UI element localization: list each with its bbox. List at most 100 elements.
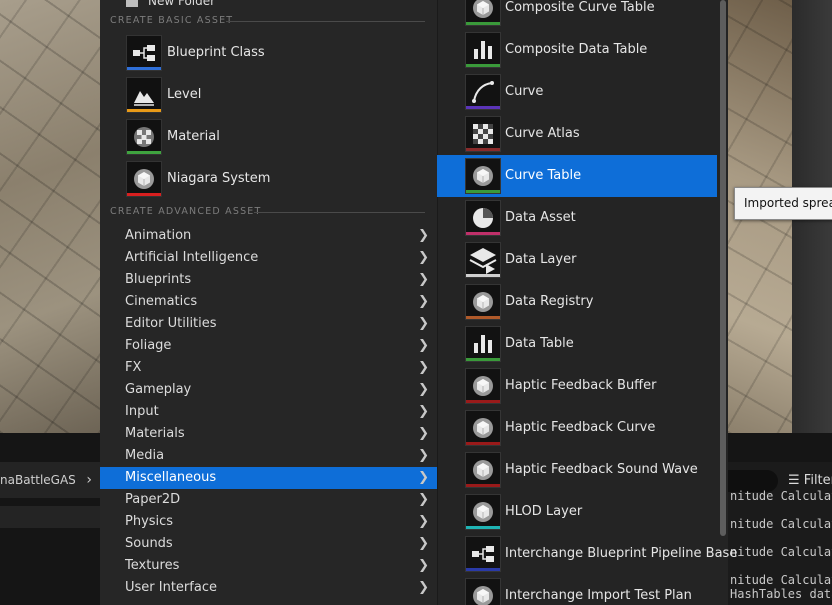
chevron-right-icon: ❯ [418,492,429,507]
bar-chart-icon [465,326,501,362]
chevron-right-icon: ❯ [418,404,429,419]
asset-type-color-bar [466,106,500,109]
material-icon [126,119,162,155]
category-label: Textures [125,558,180,573]
category-label: Foliage [125,338,172,353]
submenu-item-haptic-feedback-buffer[interactable]: Haptic Feedback Buffer [437,365,717,407]
submenu-item-data-layer[interactable]: Data Layer [437,239,717,281]
category-physics[interactable]: Physics ❯ [100,511,437,533]
category-paper2d[interactable]: Paper2D ❯ [100,489,437,511]
blueprint-icon [465,536,501,572]
asset-item-material[interactable]: Material [124,117,424,157]
chevron-right-icon: ❯ [418,338,429,353]
category-cinematics[interactable]: Cinematics ❯ [100,291,437,313]
asset-item-blueprint-class[interactable]: Blueprint Class [124,33,424,73]
submenu-item-label: HLOD Layer [505,504,583,519]
cube-icon [465,158,501,194]
category-blueprints[interactable]: Blueprints ❯ [100,269,437,291]
viewport-left[interactable] [0,0,100,433]
filter-icon: ☰ [788,473,800,488]
submenu-item-data-registry[interactable]: Data Registry [437,281,717,323]
submenu-item-curve-atlas[interactable]: Curve Atlas [437,113,717,155]
asset-item-level[interactable]: Level [124,75,424,115]
cube-icon [465,410,501,446]
submenu-item-curve[interactable]: Curve [437,71,717,113]
asset-type-color-bar [466,148,500,151]
curve-icon [465,74,501,110]
category-label: Media [125,448,165,463]
cube-icon [465,0,501,26]
asset-type-color-bar [127,151,161,154]
asset-type-color-bar [466,190,500,193]
submenu-item-label: Data Layer [505,252,577,267]
submenu-item-label: Data Asset [505,210,576,225]
asset-type-color-bar [466,316,500,319]
category-fx[interactable]: FX ❯ [100,357,437,379]
chevron-right-icon: ❯ [418,514,429,529]
cube-icon [465,284,501,320]
checker-icon [465,116,501,152]
chevron-right-icon: ❯ [418,382,429,397]
category-user-interface[interactable]: User Interface ❯ [100,577,437,599]
category-textures[interactable]: Textures ❯ [100,555,437,577]
submenu-item-label: Haptic Feedback Sound Wave [505,462,698,477]
category-label: FX [125,360,142,375]
submenu-item-label: Curve Table [505,168,582,183]
category-label: Editor Utilities [125,316,217,331]
submenu-item-data-table[interactable]: Data Table [437,323,717,365]
folder-icon [126,0,138,7]
submenu-item-interchange-import-test-plan[interactable]: Interchange Import Test Plan [437,575,717,605]
submenu-item-haptic-feedback-curve[interactable]: Haptic Feedback Curve [437,407,717,449]
blueprint-icon [126,35,162,71]
new-folder-label: New Folder [148,0,216,8]
submenu-item-label: Interchange Blueprint Pipeline Base [505,546,738,561]
section-header-advanced: CREATE ADVANCED ASSET [110,206,262,217]
category-label: Input [125,404,159,419]
editor-root: naBattleGAS › ☰ Filter nitude Calculat ni… [0,0,832,605]
category-artificial-intelligence[interactable]: Artificial Intelligence ❯ [100,247,437,269]
submenu-item-interchange-blueprint-pipeline-base[interactable]: Interchange Blueprint Pipeline Base [437,533,737,575]
submenu-item-composite-data-table[interactable]: Composite Data Table [437,29,717,71]
category-label: Sounds [125,536,173,551]
category-animation[interactable]: Animation ❯ [100,225,437,247]
submenu-item-composite-curve-table[interactable]: Composite Curve Table [437,0,717,29]
tooltip: Imported spread [734,187,832,220]
asset-item-label: Level [167,87,202,102]
breadcrumb-folder[interactable]: naBattleGAS [0,473,76,487]
section-divider [254,212,425,213]
asset-item-label: Niagara System [167,171,271,186]
niagara-icon [126,161,162,197]
submenu-item-curve-table[interactable]: Curve Table [437,155,717,197]
submenu-item-label: Curve Atlas [505,126,580,141]
category-label: Paper2D [125,492,181,507]
submenu-item-hlod-layer[interactable]: HLOD Layer [437,491,717,533]
cube-icon [465,452,501,488]
submenu-scrollbar[interactable] [720,0,726,536]
chevron-right-icon: ❯ [418,448,429,463]
chevron-right-icon: › [86,472,92,488]
category-foliage[interactable]: Foliage ❯ [100,335,437,357]
asset-item-niagara-system[interactable]: Niagara System [124,159,424,199]
category-sounds[interactable]: Sounds ❯ [100,533,437,555]
breadcrumb[interactable]: naBattleGAS › [0,462,100,498]
chevron-right-icon: ❯ [418,360,429,375]
new-folder-item[interactable]: New Folder [126,0,215,8]
sources-pane [0,506,100,528]
category-input[interactable]: Input ❯ [100,401,437,423]
chevron-right-icon: ❯ [418,470,429,485]
category-materials[interactable]: Materials ❯ [100,423,437,445]
asset-type-color-bar [466,400,500,403]
category-miscellaneous[interactable]: Miscellaneous ❯ [100,467,437,489]
chevron-right-icon: ❯ [418,558,429,573]
category-gameplay[interactable]: Gameplay ❯ [100,379,437,401]
category-label: Physics [125,514,174,529]
submenu-item-haptic-feedback-sound-wave[interactable]: Haptic Feedback Sound Wave [437,449,717,491]
chevron-right-icon: ❯ [418,316,429,331]
asset-type-color-bar [127,109,161,112]
asset-type-color-bar [466,568,500,571]
category-editor-utilities[interactable]: Editor Utilities ❯ [100,313,437,335]
log-line: nitude Calculat [730,545,832,559]
submenu-item-data-asset[interactable]: Data Asset [437,197,717,239]
category-media[interactable]: Media ❯ [100,445,437,467]
log-line: nitude Calculat [730,489,832,503]
